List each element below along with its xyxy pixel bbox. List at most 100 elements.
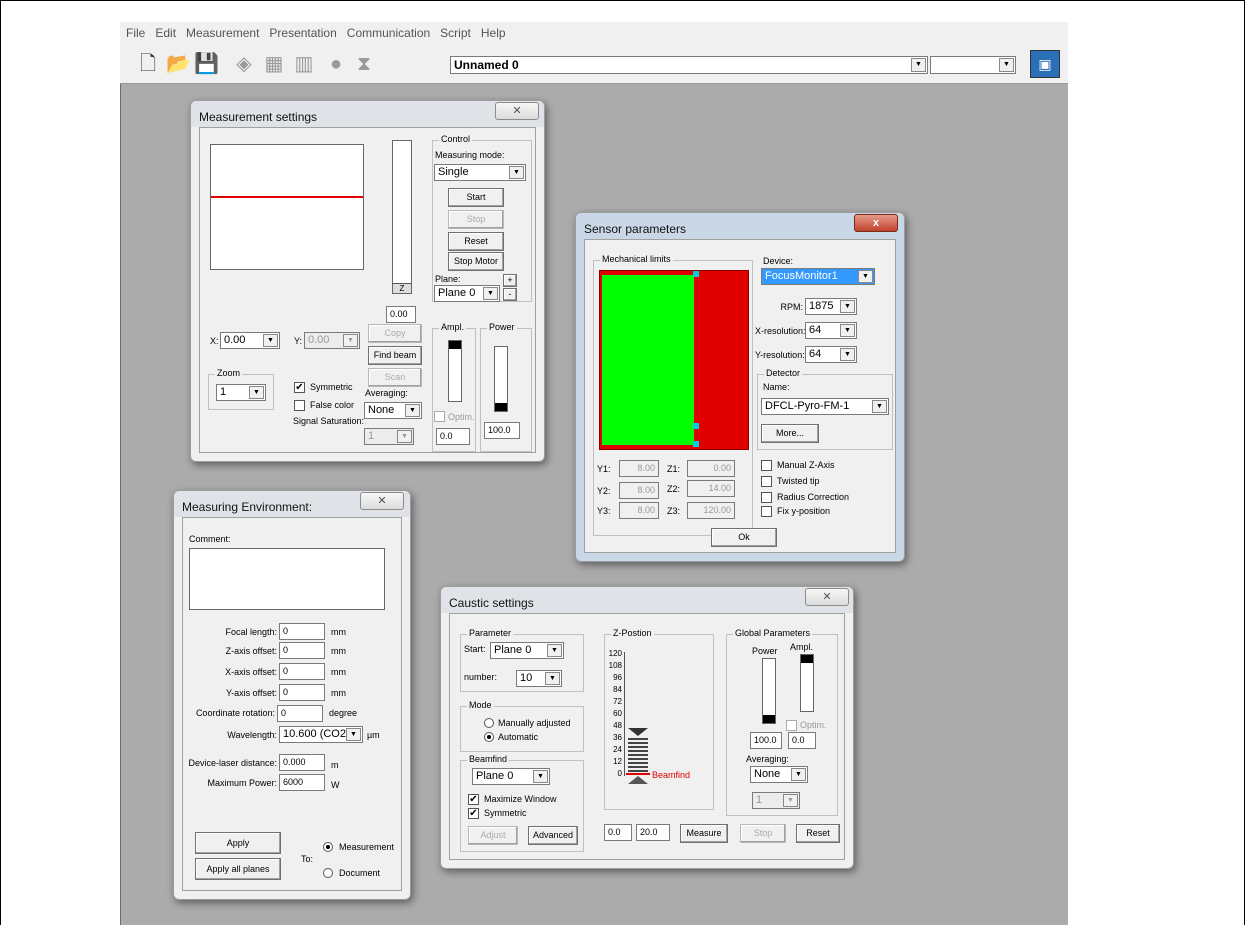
close-icon[interactable]: x xyxy=(854,214,898,232)
limit-handle[interactable] xyxy=(693,441,699,447)
start-button[interactable]: Start xyxy=(448,188,504,207)
maximize-window-checkbox[interactable]: ✔ xyxy=(468,794,479,805)
document-select[interactable]: Unnamed 0 ▼ xyxy=(450,56,928,74)
ampl-field[interactable]: 0.0 xyxy=(436,428,470,445)
limit-handle[interactable] xyxy=(693,423,699,429)
plane-select[interactable]: Plane 0 ▼ xyxy=(434,285,500,302)
z-to-field[interactable]: 20.0 xyxy=(636,824,670,841)
beamfind-plane-select[interactable]: Plane 0 ▼ xyxy=(472,768,550,785)
chevron-down-icon[interactable]: ▼ xyxy=(783,794,798,807)
wavelength-select[interactable]: 10.600 (CO2) ▼ xyxy=(279,726,363,743)
detector-name-select[interactable]: DFCL-Pyro-FM-1 ▼ xyxy=(761,398,889,415)
ok-button[interactable]: Ok xyxy=(711,528,777,547)
columns-icon[interactable]: ▥ xyxy=(292,52,316,76)
power-field[interactable]: 100.0 xyxy=(750,732,782,749)
menu-file[interactable]: File xyxy=(120,22,149,40)
find-beam-button[interactable]: Find beam xyxy=(368,346,422,365)
hourglass-icon[interactable]: ⧗ xyxy=(352,52,376,76)
z3-field[interactable]: 120.00 xyxy=(687,502,735,519)
menu-script[interactable]: Script xyxy=(434,22,475,40)
z-from-field[interactable]: 0.0 xyxy=(604,824,632,841)
x-axis-offset-field[interactable]: 0 xyxy=(279,663,325,680)
stop-motor-button[interactable]: Stop Motor xyxy=(448,252,504,271)
false-color-checkbox[interactable] xyxy=(294,400,305,411)
measurement-radio[interactable] xyxy=(323,842,333,852)
apply-button[interactable]: Apply xyxy=(195,832,281,854)
y-resolution-select[interactable]: 64 ▼ xyxy=(805,346,857,363)
close-icon[interactable]: ✕ xyxy=(805,588,849,606)
advanced-button[interactable]: Advanced xyxy=(528,826,578,845)
chevron-down-icon[interactable]: ▼ xyxy=(545,672,560,685)
chevron-down-icon[interactable]: ▼ xyxy=(858,270,873,283)
z-marker[interactable]: Z xyxy=(393,283,411,293)
x-resolution-select[interactable]: 64 ▼ xyxy=(805,322,857,339)
record-icon[interactable]: ● xyxy=(324,52,348,76)
chevron-down-icon[interactable]: ▼ xyxy=(791,768,806,781)
chevron-down-icon[interactable]: ▼ xyxy=(840,348,855,361)
y3-field[interactable]: 8.00 xyxy=(619,502,659,519)
copy-button[interactable]: Copy xyxy=(368,324,422,343)
chevron-down-icon[interactable]: ▼ xyxy=(343,334,358,347)
chevron-down-icon[interactable]: ▼ xyxy=(346,728,361,741)
document-radio[interactable] xyxy=(323,868,333,878)
chevron-down-icon[interactable]: ▼ xyxy=(397,430,412,443)
z-value-field[interactable]: 0.00 xyxy=(386,306,416,323)
stop-button[interactable]: Stop xyxy=(448,210,504,229)
coordinate-rotation-field[interactable]: 0 xyxy=(277,705,323,722)
apply-all-planes-button[interactable]: Apply all planes xyxy=(195,858,281,880)
layout-icon[interactable]: ▦ xyxy=(262,52,286,76)
symmetric-checkbox[interactable]: ✔ xyxy=(294,382,305,393)
chevron-down-icon[interactable]: ▼ xyxy=(911,58,926,72)
chevron-down-icon[interactable]: ▼ xyxy=(999,58,1014,72)
maximum-power-field[interactable]: 6000 xyxy=(279,774,325,791)
fix-y-position-checkbox[interactable] xyxy=(761,506,772,517)
menu-measurement[interactable]: Measurement xyxy=(180,22,263,40)
focus-monitor-icon[interactable]: ▣ xyxy=(1030,50,1060,78)
chevron-down-icon[interactable]: ▼ xyxy=(872,400,887,413)
chevron-down-icon[interactable]: ▼ xyxy=(263,334,278,347)
ampl-field[interactable]: 0.0 xyxy=(788,732,816,749)
plane-minus-button[interactable]: - xyxy=(503,288,517,301)
save-icon[interactable]: 💾 xyxy=(194,52,219,76)
power-field[interactable]: 100.0 xyxy=(484,422,520,439)
close-icon[interactable]: ✕ xyxy=(360,492,404,510)
saturation-select[interactable]: 1 ▼ xyxy=(752,792,800,809)
z1-field[interactable]: 0.00 xyxy=(687,460,735,477)
optim-checkbox[interactable] xyxy=(786,720,797,731)
menu-edit[interactable]: Edit xyxy=(149,22,180,40)
x-select[interactable]: 0.00 ▼ xyxy=(220,332,280,349)
start-plane-select[interactable]: Plane 0 ▼ xyxy=(490,642,564,659)
open-folder-icon[interactable]: 📂 xyxy=(166,52,191,76)
3d-view-icon[interactable]: ◈ xyxy=(232,52,256,76)
measuring-mode-select[interactable]: Single ▼ xyxy=(434,164,526,181)
automatic-radio[interactable] xyxy=(484,732,494,742)
y-select[interactable]: 0.00 ▼ xyxy=(304,332,360,349)
chevron-down-icon[interactable]: ▼ xyxy=(405,404,420,417)
device-laser-distance-field[interactable]: 0.000 xyxy=(279,754,325,771)
reset-button[interactable]: Reset xyxy=(448,232,504,251)
manual-z-axis-checkbox[interactable] xyxy=(761,460,772,471)
saturation-select[interactable]: 1 ▼ xyxy=(364,428,414,445)
close-icon[interactable]: ✕ xyxy=(495,102,539,120)
chevron-down-icon[interactable]: ▼ xyxy=(547,644,562,657)
chevron-down-icon[interactable]: ▼ xyxy=(249,386,264,399)
measure-button[interactable]: Measure xyxy=(680,824,728,843)
focal-length-field[interactable]: 0 xyxy=(279,623,325,640)
z-axis-offset-field[interactable]: 0 xyxy=(279,642,325,659)
scan-button[interactable]: Scan xyxy=(368,368,422,387)
menu-presentation[interactable]: Presentation xyxy=(263,22,340,40)
z-scale-bar[interactable]: Z xyxy=(392,140,412,294)
number-select[interactable]: 10 ▼ xyxy=(516,670,562,687)
menu-help[interactable]: Help xyxy=(475,22,510,40)
secondary-select[interactable]: ▼ xyxy=(930,56,1016,74)
averaging-select[interactable]: None ▼ xyxy=(750,766,808,783)
chevron-down-icon[interactable]: ▼ xyxy=(533,770,548,783)
new-document-icon[interactable]: 🗋 xyxy=(136,52,160,76)
chevron-down-icon[interactable]: ▼ xyxy=(840,300,855,313)
device-select[interactable]: FocusMonitor1 ▼ xyxy=(761,268,875,285)
zoom-select[interactable]: 1 ▼ xyxy=(216,384,266,401)
adjust-button[interactable]: Adjust xyxy=(468,826,518,845)
chevron-down-icon[interactable]: ▼ xyxy=(840,324,855,337)
y-axis-offset-field[interactable]: 0 xyxy=(279,684,325,701)
chevron-down-icon[interactable]: ▼ xyxy=(509,166,524,179)
